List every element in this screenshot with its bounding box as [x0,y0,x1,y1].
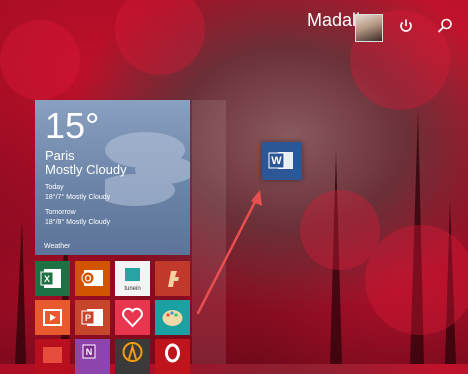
tunein-icon: tunein [124,268,141,292]
power-button[interactable] [396,16,416,36]
onenote-letter: N [86,347,93,357]
excel-tile[interactable]: X [35,261,70,296]
powerpoint-tile[interactable]: P [75,300,110,335]
opera-icon [165,343,180,363]
video-tile[interactable] [35,300,70,335]
counter-strike-icon [168,271,179,287]
word-icon: W [268,152,293,169]
health-tile[interactable] [115,300,150,335]
heart-icon [122,307,143,328]
paint-palette-icon [162,310,183,326]
weather-today-label: Today [45,184,64,191]
avatar[interactable] [355,14,383,42]
weather-tile[interactable]: 15° Paris Mostly Cloudy Today 18°/7° Mos… [35,100,190,255]
weather-condition: Mostly Cloudy [45,162,127,177]
excel-icon: X [40,269,61,288]
power-icon [400,19,412,32]
powerpoint-letter: P [85,313,91,323]
app-08-icon [43,347,62,363]
weather-tomorrow-forecast: 18°/8° Mostly Cloudy [45,219,111,226]
search-button[interactable] [435,16,455,36]
weather-tomorrow-label: Tomorrow [45,209,76,216]
search-icon [437,18,452,33]
weather-city: Paris [45,148,75,163]
outlook-letter: O [84,274,91,284]
weather-today-forecast: 18°/7° Mostly Cloudy [45,194,111,201]
video-icon [43,309,62,326]
weather-temperature: 15° [45,105,100,146]
app-tile-08[interactable] [35,339,70,374]
onenote-icon: N [82,344,96,359]
arrow-head [251,190,262,206]
excel-letter: X [44,274,50,284]
paint-tile[interactable] [155,300,190,335]
opera-tile[interactable] [155,339,190,374]
half-life-tile[interactable] [115,339,150,374]
word-drag-tile[interactable]: W [262,142,302,180]
start-tiles-panel [192,100,226,364]
counter-strike-tile[interactable] [155,261,190,296]
powerpoint-icon: P [81,309,103,326]
word-letter: W [271,155,282,167]
outlook-tile[interactable]: O [75,261,110,296]
lambda-icon [122,342,143,362]
tunein-label: tunein [124,286,140,292]
outlook-icon: O [81,270,103,286]
onenote-tile[interactable]: N [75,339,110,374]
weather-tile-name: Weather [44,243,71,250]
tunein-tile[interactable]: tunein [115,261,150,296]
